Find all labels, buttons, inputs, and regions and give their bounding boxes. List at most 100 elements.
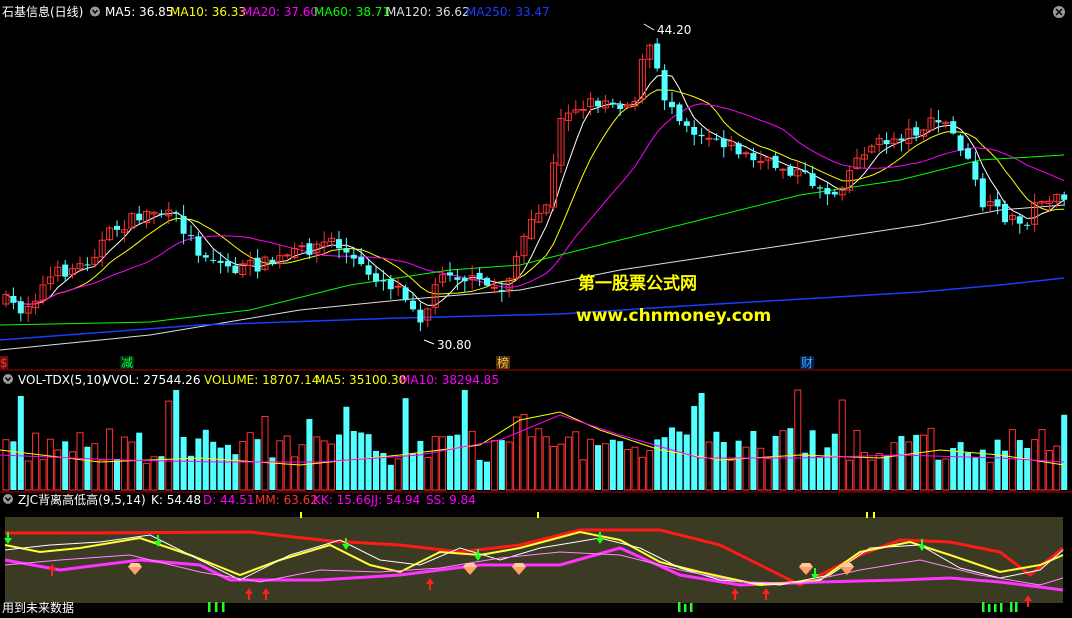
candle-body-down xyxy=(217,260,224,263)
marker-finance[interactable]: 财 xyxy=(801,356,813,370)
candle-body-down xyxy=(669,101,675,108)
candle-body-up xyxy=(705,137,713,140)
green-tick xyxy=(690,603,693,612)
volume-bar-down xyxy=(617,441,624,490)
candle-body-up xyxy=(298,245,306,248)
volume-bar-down xyxy=(343,406,350,490)
candle-body-down xyxy=(735,143,742,155)
green-tick xyxy=(982,602,985,612)
marker-rank[interactable]: 榜 xyxy=(497,355,509,370)
candle-body-down xyxy=(417,309,424,323)
volume-bar-down xyxy=(683,434,690,490)
candle-body-up xyxy=(283,254,291,257)
close-icon[interactable] xyxy=(1053,6,1065,18)
candle-body-down xyxy=(661,70,668,101)
candle-body-down xyxy=(484,277,490,286)
yellow-tick xyxy=(537,512,539,518)
volume-bar-down xyxy=(750,430,757,490)
candle-body-down xyxy=(447,272,453,276)
volume-bar-down xyxy=(365,434,372,490)
candle-body-down xyxy=(410,300,416,310)
volume-bar-down xyxy=(713,431,720,490)
candle-body-down xyxy=(269,259,276,264)
volume-bar-down xyxy=(824,447,831,490)
candle-body-down xyxy=(343,248,350,253)
candle-body-down xyxy=(232,265,239,274)
candle-body-down xyxy=(676,104,683,122)
candle-body-down xyxy=(387,279,394,290)
candle-body-down xyxy=(883,140,890,145)
candle-body-down xyxy=(957,135,964,151)
candle-body-down xyxy=(210,259,217,261)
candle-body-down xyxy=(10,296,17,303)
stock-title[interactable]: 石基信息(日线) xyxy=(2,4,83,19)
ma20-label: MA20: 37.60 xyxy=(242,5,318,19)
green-tick xyxy=(222,602,225,612)
vol-ma5-label: MA5: 35100.30 xyxy=(315,373,406,387)
candle-body-down xyxy=(380,280,387,282)
volume-bar-down xyxy=(17,395,24,490)
yellow-tick xyxy=(300,512,302,518)
candle-body-down xyxy=(461,277,468,282)
volume-bar-down xyxy=(336,434,342,490)
candle-body-down xyxy=(691,126,698,135)
stock-chart[interactable]: 石基信息(日线) MA5: 36.85 MA10: 36.33 MA20: 37… xyxy=(0,0,1072,618)
volume-bar-down xyxy=(654,439,661,490)
green-tick xyxy=(1015,602,1018,612)
candle-body-down xyxy=(595,100,601,107)
chevron-down-icon[interactable] xyxy=(90,6,100,17)
candle-body-down xyxy=(802,170,809,173)
candle-body-down xyxy=(817,187,823,189)
candle-body-down xyxy=(365,265,372,275)
volume-bar-down xyxy=(809,430,816,490)
volume-bar-down xyxy=(1016,440,1023,490)
volume-bar-down xyxy=(972,457,979,490)
candle-body-down xyxy=(994,199,1001,207)
candle-body-down xyxy=(898,138,905,141)
volume-bar-down xyxy=(306,419,313,490)
volume-bar-down xyxy=(180,436,187,490)
volume-bar-down xyxy=(350,430,357,490)
volume-bar-down xyxy=(210,441,217,490)
candle-body-down xyxy=(965,148,971,159)
indicator-chevron-down-icon[interactable] xyxy=(3,494,13,504)
candle-body-down xyxy=(373,273,379,282)
volume-bar-down xyxy=(173,390,180,490)
candle-body-down xyxy=(358,257,365,265)
volume-bar-down xyxy=(195,438,202,490)
volume-bar-down xyxy=(498,440,505,490)
indicator-kk-label: KK: 15.66 xyxy=(313,493,371,507)
candle-body-down xyxy=(698,134,705,137)
candle-body-up xyxy=(490,286,498,289)
indicator-ss-label: SS: 9.84 xyxy=(426,493,476,507)
volume-panel-header: VOL-TDX(5,10) VVOL: 27544.26 VOLUME: 187… xyxy=(3,373,499,387)
volume-bar-down xyxy=(1061,414,1068,490)
green-tick xyxy=(208,602,211,612)
marker-dollar[interactable]: $ xyxy=(0,356,8,370)
volume-bar-down xyxy=(454,434,461,490)
candle-body-down xyxy=(62,264,69,277)
green-tick xyxy=(994,604,997,612)
volume-bar-down xyxy=(1024,447,1031,490)
volume-chevron-down-icon[interactable] xyxy=(3,374,13,384)
candle-body-down xyxy=(225,260,231,267)
ma60-label: MA60: 38.71 xyxy=(314,5,390,19)
volume-bar-down xyxy=(10,441,17,490)
candle-body-up xyxy=(779,168,787,171)
candle-body-down xyxy=(195,236,202,256)
yellow-tick xyxy=(873,512,875,518)
volume-bar-down xyxy=(957,442,964,490)
volume-bar-down xyxy=(595,445,601,490)
volume-bar-down xyxy=(787,428,794,490)
high-price-label: 44.20 xyxy=(657,23,691,37)
volume-bar-down xyxy=(817,457,823,490)
candle-body-down xyxy=(972,161,979,180)
volume-bar-down xyxy=(136,432,143,490)
candle-body-down xyxy=(84,264,91,266)
indicator-jj-label: JJ: 54.94 xyxy=(370,493,420,507)
marker-reduce[interactable]: 减 xyxy=(121,356,133,370)
volume-bar-down xyxy=(387,464,394,490)
volume-bar-down xyxy=(114,458,120,490)
volume-bar-down xyxy=(609,439,616,490)
ma5-label: MA5: 36.85 xyxy=(105,5,173,19)
